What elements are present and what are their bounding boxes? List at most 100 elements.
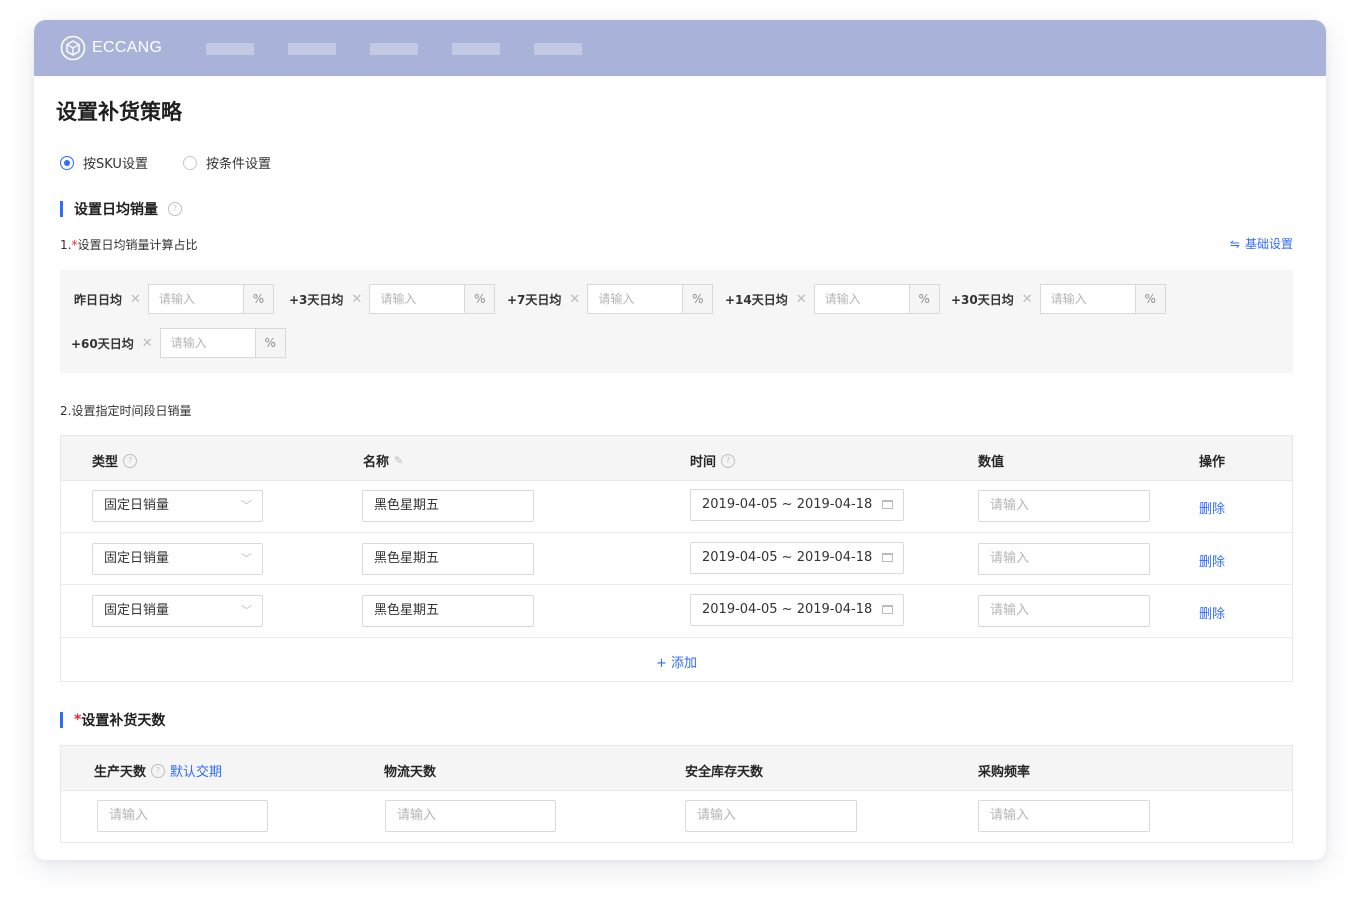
col-safety-stock-days: 安全库存天数 [685, 761, 763, 780]
col-logistics-label: 物流天数 [384, 765, 437, 780]
col-type: 类型 ? [92, 451, 138, 470]
col-name: 名称 ✎ [363, 451, 403, 470]
nav-item-1[interactable] [206, 43, 254, 55]
ratio-input[interactable]: 请输入 [369, 284, 466, 314]
ratio-label: +14天日均 [725, 292, 788, 307]
col-safety-label: 安全库存天数 [685, 765, 764, 780]
close-icon[interactable]: ✕ [569, 292, 580, 307]
percent-suffix: % [909, 284, 940, 314]
col-type-label: 类型 [92, 455, 119, 470]
type-select[interactable]: 固定日销量 ﹀ [92, 490, 263, 522]
purchase-frequency-input[interactable]: 请输入 [978, 800, 1150, 832]
restock-days-table: 生产天数 ? 默认交期 物流天数 安全库存天数 采购频率 请输入 请输入 请输入… [60, 745, 1293, 843]
close-icon[interactable]: ✕ [130, 292, 141, 307]
table-header: 类型 ? 名称 ✎ 时间 ? 数值 操作 [61, 436, 1292, 481]
date-range-picker[interactable]: 2019-04-05 ~ 2019-04-18 [690, 594, 904, 626]
ratio-label: +60天日均 [71, 336, 134, 351]
name-input[interactable]: 黑色星期五 [362, 490, 534, 522]
ratio-item-30d: +30天日均 ✕ 请输入 % [951, 284, 1166, 314]
col-time: 时间 ? [690, 451, 736, 470]
col-value-label: 数值 [978, 455, 1005, 470]
nav-item-2[interactable] [288, 43, 336, 55]
col-frequency-label: 采购频率 [978, 765, 1031, 780]
section-marker [60, 712, 63, 728]
ratio-item-7d: +7天日均 ✕ 请输入 % [507, 284, 714, 314]
type-select[interactable]: 固定日销量 ﹀ [92, 595, 263, 627]
logo-icon [60, 35, 86, 61]
type-select[interactable]: 固定日销量 ﹀ [92, 543, 263, 575]
nav-item-3[interactable] [370, 43, 418, 55]
top-bar: ECCANG [34, 20, 1326, 76]
ratio-input[interactable]: 请输入 [813, 284, 910, 314]
row-divider [61, 584, 1292, 585]
name-input[interactable]: 黑色星期五 [362, 595, 534, 627]
row-divider [61, 532, 1292, 533]
safety-stock-days-input[interactable]: 请输入 [685, 800, 857, 832]
add-row-button[interactable]: + 添加 [61, 652, 1292, 671]
col-action-label: 操作 [1199, 455, 1226, 470]
delete-link[interactable]: 删除 [1199, 498, 1225, 517]
close-icon[interactable]: ✕ [142, 336, 153, 351]
ratio-input[interactable]: 请输入 [587, 284, 684, 314]
calendar-icon [882, 553, 893, 562]
ratio-input[interactable]: 请输入 [159, 328, 256, 358]
col-production-days: 生产天数 ? 默认交期 [94, 761, 222, 780]
percent-suffix: % [255, 328, 286, 358]
close-icon[interactable]: ✕ [796, 292, 807, 307]
nav-item-5[interactable] [534, 43, 582, 55]
chevron-down-icon: ﹀ [241, 604, 252, 617]
close-icon[interactable]: ✕ [1022, 292, 1033, 307]
calendar-icon [882, 500, 893, 509]
radio-by-condition[interactable] [182, 155, 197, 170]
swap-icon: ⇋ [1229, 236, 1240, 251]
section-marker [60, 201, 63, 217]
production-days-input[interactable]: 请输入 [97, 800, 268, 832]
row-divider [61, 637, 1292, 638]
page-title: 设置补货策略 [56, 100, 182, 124]
edit-icon[interactable]: ✎ [394, 454, 403, 467]
basic-settings-link[interactable]: ⇋ 基础设置 [1230, 235, 1293, 252]
ratio-input[interactable]: 请输入 [1039, 284, 1136, 314]
ratio-label: +3天日均 [289, 292, 344, 307]
value-input[interactable]: 请输入 [978, 595, 1150, 627]
chevron-down-icon: ﹀ [241, 552, 252, 565]
ratio-item-14d: +14天日均 ✕ 请输入 % [725, 284, 940, 314]
percent-suffix: % [465, 284, 496, 314]
brand-logo[interactable]: ECCANG [60, 35, 162, 61]
help-icon[interactable]: ? [721, 453, 736, 468]
type-select-value: 固定日销量 [104, 551, 170, 566]
radio-label-by-condition[interactable]: 按条件设置 [206, 153, 271, 172]
default-lead-time-link[interactable]: 默认交期 [170, 761, 222, 780]
col-purchase-frequency: 采购频率 [978, 761, 1030, 780]
date-range-picker[interactable]: 2019-04-05 ~ 2019-04-18 [690, 489, 904, 521]
help-icon[interactable]: ? [168, 202, 182, 216]
close-icon[interactable]: ✕ [351, 292, 362, 307]
help-icon[interactable]: ? [123, 453, 138, 468]
ratio-label: +30天日均 [951, 292, 1014, 307]
date-range-value: 2019-04-05 ~ 2019-04-18 [702, 602, 873, 617]
ratio-item-3d: +3天日均 ✕ 请输入 % [289, 284, 496, 314]
type-select-value: 固定日销量 [104, 603, 170, 618]
restock-days-section-heading: * 设置补货天数 [60, 710, 165, 730]
col-production-label: 生产天数 [94, 765, 147, 780]
ratio-item-yesterday: 昨日日均 ✕ 请输入 % [74, 284, 274, 314]
ratio-input[interactable]: 请输入 [147, 284, 244, 314]
date-range-picker[interactable]: 2019-04-05 ~ 2019-04-18 [690, 542, 904, 574]
col-action: 操作 [1199, 451, 1225, 470]
logistics-days-input[interactable]: 请输入 [385, 800, 556, 832]
radio-by-sku[interactable] [60, 155, 74, 170]
radio-label-by-sku[interactable]: 按SKU设置 [83, 153, 148, 172]
chevron-down-icon: ﹀ [241, 499, 252, 512]
value-input[interactable]: 请输入 [978, 543, 1150, 575]
name-input[interactable]: 黑色星期五 [362, 543, 534, 575]
value-input[interactable]: 请输入 [978, 490, 1150, 522]
help-icon[interactable]: ? [151, 763, 166, 778]
col-name-label: 名称 [363, 455, 390, 470]
app-window: ECCANG 设置补货策略 按SKU设置 按条件设置 设置日均销量 ? 1.*设… [34, 20, 1326, 860]
delete-link[interactable]: 删除 [1199, 551, 1225, 570]
date-range-value: 2019-04-05 ~ 2019-04-18 [702, 550, 873, 565]
percent-suffix: % [1135, 284, 1166, 314]
nav-item-4[interactable] [452, 43, 500, 55]
delete-link[interactable]: 删除 [1199, 603, 1225, 622]
percent-suffix: % [683, 284, 714, 314]
